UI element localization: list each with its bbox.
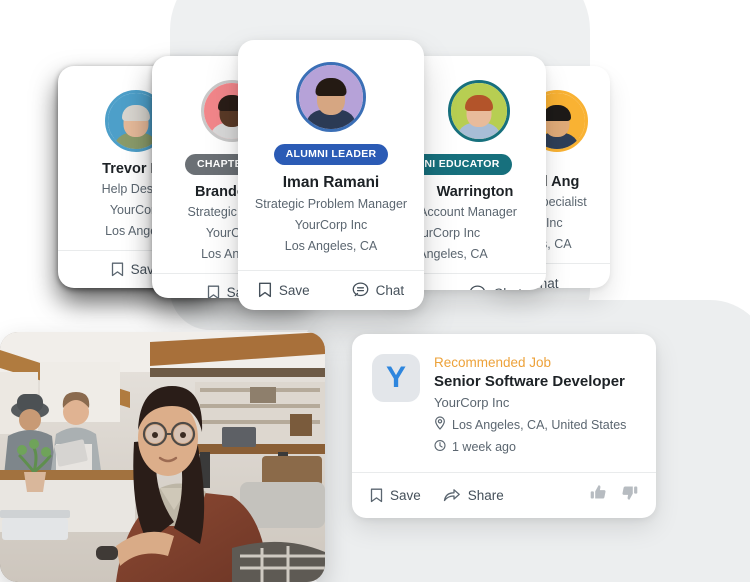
status-badge: NI EDUCATOR [412, 154, 512, 175]
bookmark-icon [207, 285, 220, 298]
bookmark-icon [258, 282, 272, 298]
job-location-row: Los Angeles, CA, United States [434, 416, 626, 433]
chat-button[interactable]: Chat [469, 285, 522, 290]
location-pin-icon [434, 416, 446, 433]
recommended-label: Recommended Job [434, 355, 552, 370]
profile-card-footer: Save Chat [238, 270, 424, 310]
share-arrow-icon [443, 488, 461, 503]
bookmark-icon [111, 262, 124, 277]
thumbs-down-icon[interactable] [621, 484, 638, 506]
save-label: Save [278, 282, 310, 298]
avatar [296, 62, 366, 132]
job-posted: 1 week ago [452, 440, 516, 454]
job-company: YourCorp Inc [434, 395, 510, 410]
save-label: Save [390, 487, 421, 503]
profile-name: Iman Ramani [282, 174, 380, 191]
share-label: Share [467, 487, 504, 503]
profile-card-featured[interactable]: ALUMNI LEADER Iman Ramani Strategic Prob… [238, 40, 424, 310]
status-badge: ALUMNI LEADER [273, 144, 389, 165]
hero-illustration: Trevor Hu Help Desk A YourCorp Los Angel… [0, 0, 750, 582]
profile-company: urCorp Inc [421, 226, 481, 241]
clock-icon [434, 439, 446, 455]
avatar [448, 80, 510, 142]
profile-name: Warrington [436, 184, 514, 200]
profile-title: Strategic Problem Manager [254, 197, 408, 211]
chat-icon [469, 285, 486, 290]
chat-icon [352, 282, 369, 298]
profile-company: YourCorp Inc [294, 218, 368, 233]
company-logo: Y [372, 354, 420, 402]
job-card-footer: Save Share [352, 472, 656, 518]
job-location: Los Angeles, CA, United States [452, 417, 627, 432]
share-button[interactable]: Share [443, 488, 504, 503]
profile-title: Account Manager [419, 205, 517, 219]
profile-card-body: ALUMNI LEADER Iman Ramani Strategic Prob… [238, 40, 424, 270]
coworking-photo [0, 332, 325, 582]
chat-button[interactable]: Chat [352, 282, 405, 298]
profile-location: Angeles, CA [418, 247, 488, 262]
logo-letter: Y [385, 361, 406, 394]
feedback-controls [590, 484, 638, 506]
job-title: Senior Software Developer [434, 373, 625, 390]
save-button[interactable]: Save [370, 488, 421, 503]
photo-illustration [0, 332, 325, 582]
bookmark-icon [370, 488, 383, 503]
thumbs-up-icon[interactable] [590, 484, 607, 506]
job-card-body: Y Recommended Job Senior Software Develo… [352, 334, 656, 472]
chat-label: Chat [493, 286, 522, 290]
job-posted-row: 1 week ago [434, 439, 626, 455]
job-details: Recommended Job Senior Software Develope… [434, 354, 626, 472]
chat-label: Chat [375, 282, 405, 298]
recommended-job-card[interactable]: Y Recommended Job Senior Software Develo… [352, 334, 656, 518]
save-button[interactable]: Save [258, 282, 310, 298]
profile-location: Los Angeles, CA [284, 239, 378, 254]
